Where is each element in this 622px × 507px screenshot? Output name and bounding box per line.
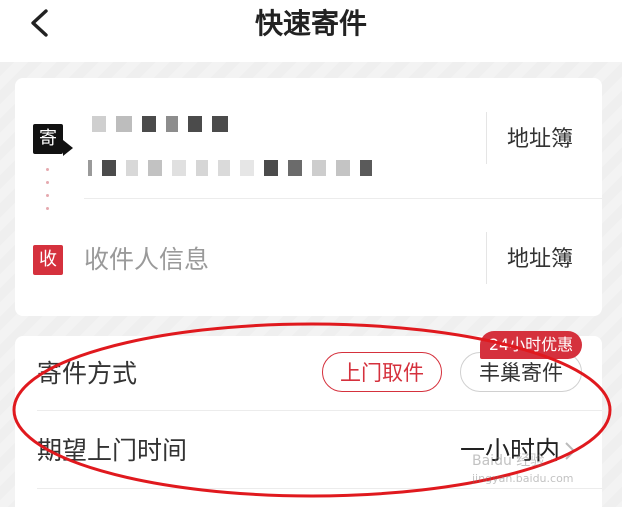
watermark-brand: Baidu 经验 [472, 453, 545, 469]
sender-address-redacted[interactable] [88, 160, 372, 176]
receiver-info-field[interactable]: 收件人信息 [84, 243, 209, 277]
top-bar: 快速寄件 [0, 0, 622, 62]
door-pickup-option[interactable]: 上门取件 [322, 352, 442, 392]
receiver-address-book-button[interactable]: 地址簿 [507, 245, 573, 275]
watermark-url: jingyan.baidu.com [472, 472, 574, 485]
address-card [15, 78, 602, 316]
shipping-method-label: 寄件方式 [37, 359, 138, 388]
sender-divider [486, 112, 487, 164]
watermark: Baidu 经验 jingyan.baidu.com [472, 452, 574, 488]
route-dots [46, 168, 50, 224]
sender-name-redacted[interactable] [92, 116, 228, 132]
receiver-tag: 收 [33, 245, 63, 275]
promo-badge: 24小时优惠 [480, 331, 582, 359]
receiver-divider [486, 232, 487, 284]
pickup-time-label: 期望上门时间 [37, 436, 188, 465]
page-title: 快速寄件 [254, 7, 367, 40]
card-divider [84, 198, 602, 199]
sender-address-book-button[interactable]: 地址簿 [507, 125, 573, 155]
sender-tag: 寄 [33, 124, 73, 156]
bottom-divider [37, 488, 602, 489]
options-divider [37, 410, 602, 411]
